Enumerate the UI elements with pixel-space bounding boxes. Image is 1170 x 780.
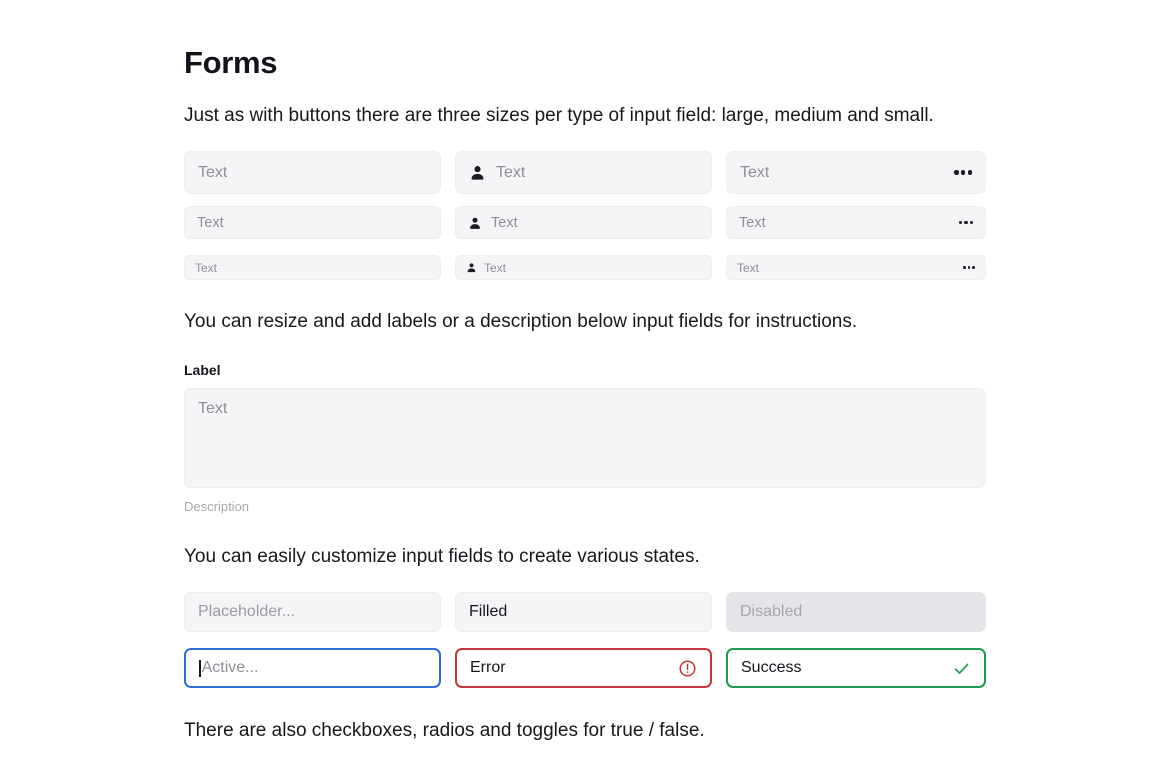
input-large-with-ellipsis[interactable]: Text bbox=[726, 151, 986, 194]
input-medium-with-person-icon[interactable]: Text bbox=[455, 206, 712, 239]
input-medium-icon-placeholder: Text bbox=[491, 214, 518, 231]
input-medium-plain[interactable]: Text bbox=[184, 206, 441, 239]
input-state-disabled-text: Disabled bbox=[740, 603, 803, 620]
input-state-success[interactable]: Success bbox=[726, 648, 986, 688]
input-large-trailing-placeholder: Text bbox=[740, 163, 770, 181]
page-title: Forms bbox=[184, 45, 278, 80]
ellipsis-icon[interactable] bbox=[963, 266, 975, 269]
input-medium-trailing-placeholder: Text bbox=[739, 214, 766, 231]
input-state-error-text: Error bbox=[470, 659, 506, 676]
resize-paragraph: You can resize and add labels or a descr… bbox=[184, 311, 858, 332]
textarea-description: Description bbox=[184, 499, 250, 514]
textarea-placeholder: Text bbox=[198, 400, 228, 417]
footer-paragraph: There are also checkboxes, radios and to… bbox=[184, 720, 705, 741]
content-column: Forms Just as with buttons there are thr… bbox=[184, 45, 986, 744]
input-small-plain-placeholder: Text bbox=[195, 260, 218, 275]
intro-paragraph: Just as with buttons there are three siz… bbox=[184, 105, 934, 126]
ellipsis-icon[interactable] bbox=[954, 170, 972, 175]
input-state-error[interactable]: Error bbox=[455, 648, 712, 688]
input-small-with-person-icon[interactable]: Text bbox=[455, 255, 712, 280]
input-state-filled-text: Filled bbox=[469, 603, 508, 620]
input-states-grid: Placeholder... Filled Disabled Active...… bbox=[184, 592, 986, 688]
input-state-placeholder-text: Placeholder... bbox=[198, 603, 295, 620]
input-large-with-person-icon[interactable]: Text bbox=[455, 151, 712, 194]
input-large-icon-placeholder: Text bbox=[496, 163, 526, 181]
page-root: Forms Just as with buttons there are thr… bbox=[0, 0, 1170, 780]
input-state-active[interactable]: Active... bbox=[184, 648, 441, 688]
person-icon bbox=[466, 262, 477, 273]
textarea-label: Label bbox=[184, 362, 221, 378]
ellipsis-icon[interactable] bbox=[958, 220, 973, 225]
input-medium-plain-placeholder: Text bbox=[197, 214, 224, 231]
input-state-disabled: Disabled bbox=[726, 592, 986, 632]
input-state-placeholder[interactable]: Placeholder... bbox=[184, 592, 441, 632]
input-small-trailing-placeholder: Text bbox=[737, 260, 760, 275]
input-state-filled[interactable]: Filled bbox=[455, 592, 712, 632]
text-caret bbox=[199, 659, 201, 677]
person-icon bbox=[469, 164, 486, 181]
input-small-with-ellipsis[interactable]: Text bbox=[726, 255, 986, 280]
input-large-plain[interactable]: Text bbox=[184, 151, 441, 194]
input-large-plain-placeholder: Text bbox=[198, 163, 228, 181]
error-circle-icon bbox=[678, 659, 697, 678]
input-small-icon-placeholder: Text bbox=[484, 260, 507, 275]
input-sizes-grid: Text Text Text Text Text Text Text Text … bbox=[184, 151, 986, 280]
input-small-plain[interactable]: Text bbox=[184, 255, 441, 280]
input-state-success-text: Success bbox=[741, 659, 802, 676]
states-paragraph: You can easily customize input fields to… bbox=[184, 546, 700, 567]
textarea-input[interactable]: Text bbox=[184, 388, 986, 488]
input-medium-with-ellipsis[interactable]: Text bbox=[726, 206, 986, 239]
person-icon bbox=[468, 216, 482, 230]
input-state-active-text: Active... bbox=[201, 659, 259, 676]
check-icon bbox=[952, 659, 971, 678]
